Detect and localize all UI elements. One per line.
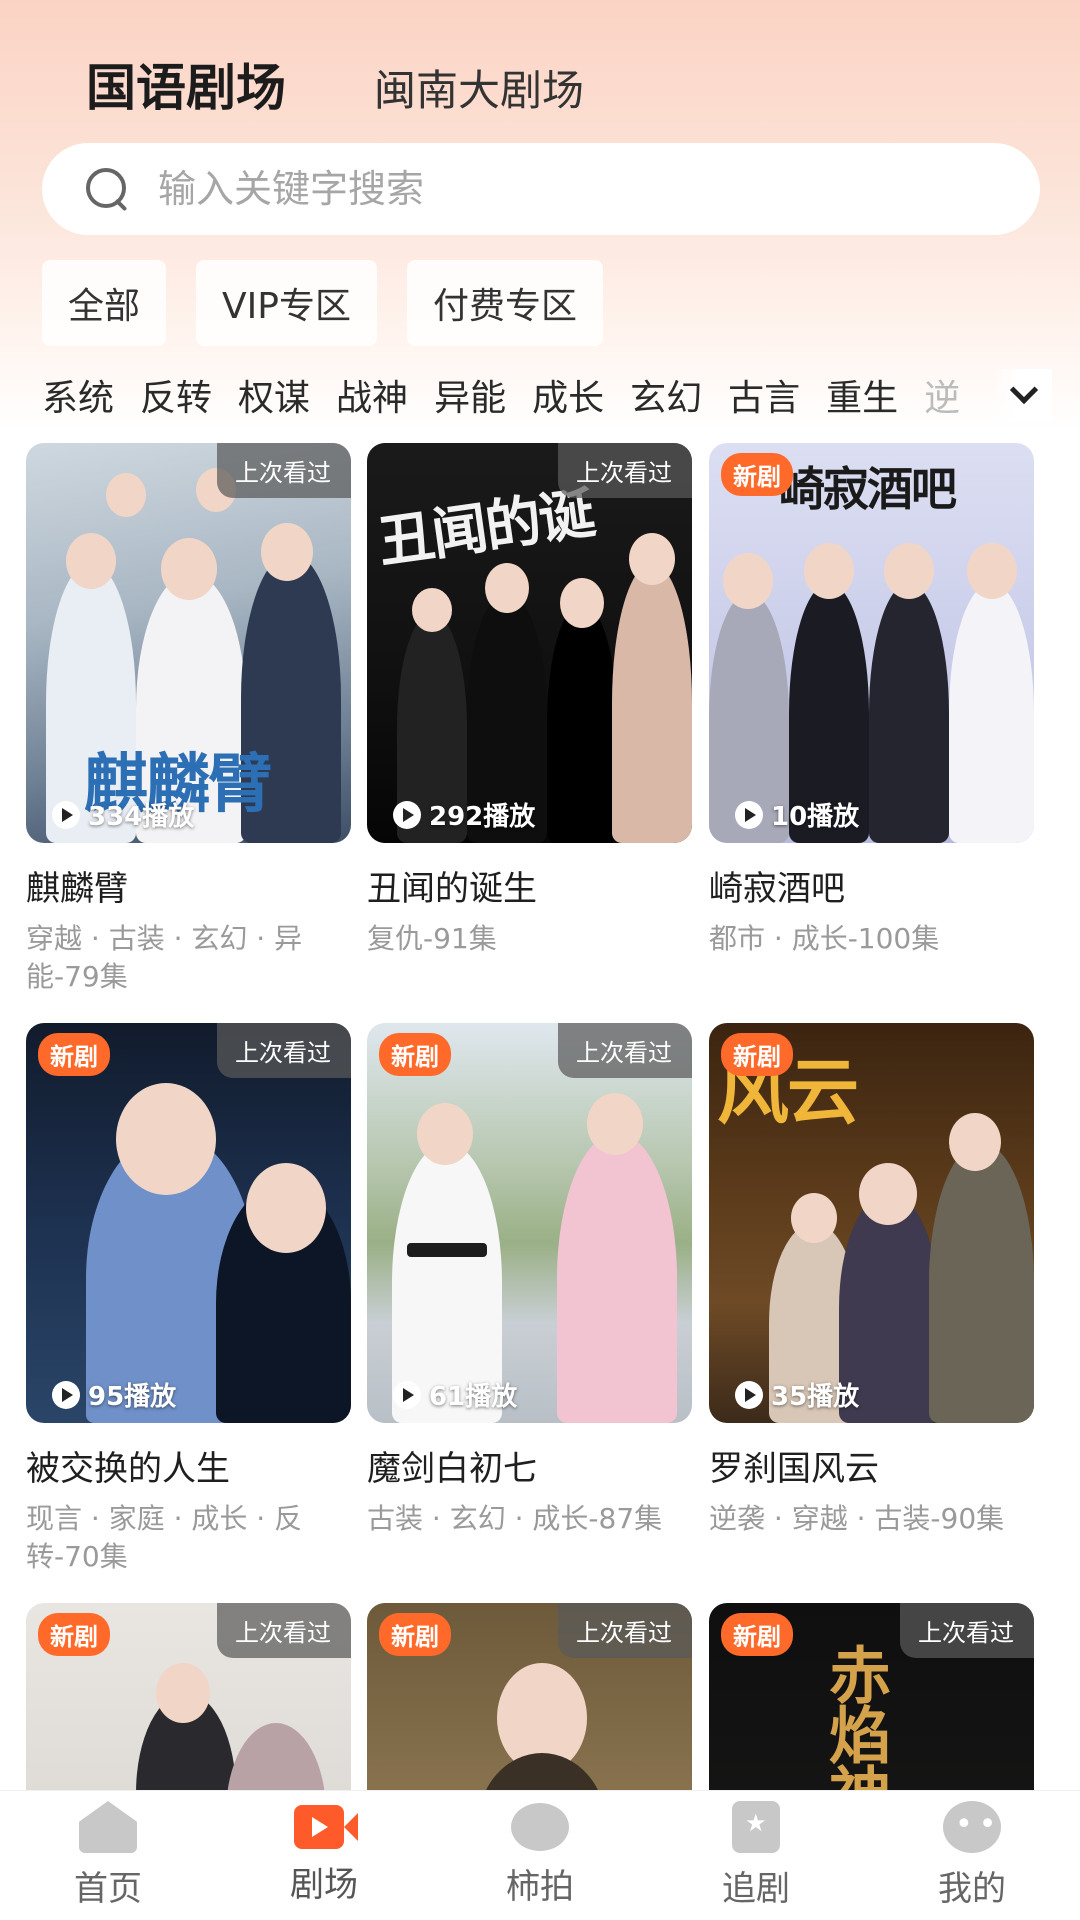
drama-poster[interactable]: 丑闻的诞 上次看过 292播放 (367, 443, 692, 843)
tab-minnan-theater[interactable]: 闽南大剧场 (374, 57, 584, 118)
tab-mandarin-theater[interactable]: 国语剧场 (86, 48, 286, 120)
drama-title[interactable]: 魔剑白初七 (367, 1441, 692, 1490)
play-icon (735, 1380, 763, 1409)
play-count: 61播放 (393, 1376, 517, 1413)
drama-meta: 复仇-91集 (367, 922, 497, 955)
last-watched-badge: 上次看过 (558, 1023, 692, 1078)
drama-title[interactable]: 丑闻的诞生 (367, 861, 692, 910)
home-icon (79, 1801, 137, 1853)
last-watched-badge: 上次看过 (217, 443, 351, 498)
drama-meta: 穿越 · 古装 · 玄幻 · 异能-79集 (26, 922, 303, 993)
chevron-down-icon (1009, 375, 1039, 405)
top-tabs: 国语剧场 闽南大剧场 (86, 48, 584, 120)
genre-item[interactable]: 系统 (42, 369, 114, 421)
search-input[interactable] (158, 167, 978, 211)
genre-row: 系统 反转 权谋 战神 异能 成长 玄幻 古言 重生 逆 (42, 365, 1052, 425)
nav-label: 我的 (938, 1869, 1006, 1909)
drama-title[interactable]: 被交换的人生 (26, 1441, 351, 1490)
poster-title-art: 崎寂酒吧 (779, 462, 957, 516)
genre-item[interactable]: 反转 (140, 369, 212, 421)
last-watched-badge: 上次看过 (558, 1603, 692, 1658)
drama-card[interactable]: 麒麟臂 上次看过 334播放 麒麟臂 穿越 · 古装 · 玄幻 · 异能-79集 (26, 443, 351, 996)
filter-paid[interactable]: 付费专区 (406, 260, 603, 346)
new-badge: 新剧 (38, 1033, 110, 1076)
drama-card[interactable]: 丑闻的诞 上次看过 292播放 丑闻的诞生 复仇-91集 (367, 443, 692, 958)
expand-genres-button[interactable] (996, 369, 1052, 421)
bookmark-star-icon (732, 1801, 780, 1853)
play-count: 292播放 (393, 796, 535, 833)
last-watched-badge: 上次看过 (558, 443, 692, 498)
play-count: 95播放 (52, 1376, 176, 1413)
nav-theater[interactable]: 剧场 (244, 1805, 404, 1906)
drama-poster[interactable]: 崎寂酒吧 新剧 10播放 (709, 443, 1034, 843)
genre-item[interactable]: 权谋 (238, 369, 310, 421)
genre-item[interactable]: 战神 (336, 369, 408, 421)
new-badge: 新剧 (721, 453, 793, 496)
nav-follow[interactable]: 追剧 (676, 1801, 836, 1910)
new-badge: 新剧 (721, 1613, 793, 1656)
genre-item[interactable]: 逆 (924, 369, 960, 421)
genre-item[interactable]: 成长 (532, 369, 604, 421)
play-count: 334播放 (52, 796, 194, 833)
drama-poster[interactable]: 麒麟臂 上次看过 334播放 (26, 443, 351, 843)
search-icon (82, 164, 132, 214)
bottom-nav: 首页 剧场 柿拍 追剧 我的 (0, 1790, 1080, 1920)
genre-item[interactable]: 古言 (728, 369, 800, 421)
drama-poster[interactable]: 新剧 上次看过 95播放 (26, 1023, 351, 1423)
drama-meta: 古装 · 玄幻 · 成长-87集 (367, 1502, 663, 1535)
drama-card[interactable]: 崎寂酒吧 新剧 10播放 崎寂酒吧 都市 · 成长-100集 (709, 443, 1034, 958)
persimmon-icon (511, 1803, 569, 1851)
last-watched-badge: 上次看过 (217, 1023, 351, 1078)
drama-title[interactable]: 麒麟臂 (26, 861, 351, 910)
nav-label: 追剧 (722, 1869, 790, 1909)
play-icon (52, 800, 80, 829)
nav-shipai[interactable]: 柿拍 (460, 1803, 620, 1908)
play-icon (393, 800, 421, 829)
profile-icon (943, 1801, 1002, 1853)
new-badge: 新剧 (379, 1033, 451, 1076)
play-icon (52, 1380, 80, 1409)
nav-label: 柿拍 (506, 1867, 574, 1907)
drama-card[interactable]: 新剧 上次看过 61播放 魔剑白初七 古装 · 玄幻 · 成长-87集 (367, 1023, 692, 1538)
genre-item[interactable]: 异能 (434, 369, 506, 421)
drama-title[interactable]: 罗刹国风云 (709, 1441, 1034, 1490)
nav-home[interactable]: 首页 (28, 1801, 188, 1910)
nav-label: 剧场 (290, 1865, 358, 1905)
drama-title[interactable]: 崎寂酒吧 (709, 861, 1034, 910)
new-badge: 新剧 (38, 1613, 110, 1656)
last-watched-badge: 上次看过 (217, 1603, 351, 1658)
play-icon (393, 1380, 421, 1409)
play-icon (735, 800, 763, 829)
play-count: 35播放 (735, 1376, 859, 1413)
video-icon (294, 1805, 358, 1849)
drama-meta: 都市 · 成长-100集 (709, 922, 940, 955)
drama-poster[interactable]: 新剧 上次看过 61播放 (367, 1023, 692, 1423)
nav-profile[interactable]: 我的 (892, 1801, 1052, 1910)
filter-chips: 全部 VIP专区 付费专区 (42, 260, 603, 346)
filter-all[interactable]: 全部 (42, 260, 167, 346)
drama-meta: 逆袭 · 穿越 · 古装-90集 (709, 1502, 1005, 1535)
genre-item[interactable]: 重生 (826, 369, 898, 421)
drama-meta: 现言 · 家庭 · 成长 · 反转-70集 (26, 1502, 303, 1573)
drama-card[interactable]: 新剧 上次看过 95播放 被交换的人生 现言 · 家庭 · 成长 · 反转-70… (26, 1023, 351, 1576)
nav-label: 首页 (74, 1869, 142, 1909)
drama-card[interactable]: 风云 新剧 35播放 罗刹国风云 逆袭 · 穿越 · 古装-90集 (709, 1023, 1034, 1538)
new-badge: 新剧 (379, 1613, 451, 1656)
new-badge: 新剧 (721, 1033, 793, 1076)
genre-item[interactable]: 玄幻 (630, 369, 702, 421)
filter-vip[interactable]: VIP专区 (196, 260, 377, 346)
play-count: 10播放 (735, 796, 859, 833)
drama-poster[interactable]: 风云 新剧 35播放 (709, 1023, 1034, 1423)
search-bar[interactable] (42, 143, 1040, 235)
last-watched-badge: 上次看过 (900, 1603, 1034, 1658)
